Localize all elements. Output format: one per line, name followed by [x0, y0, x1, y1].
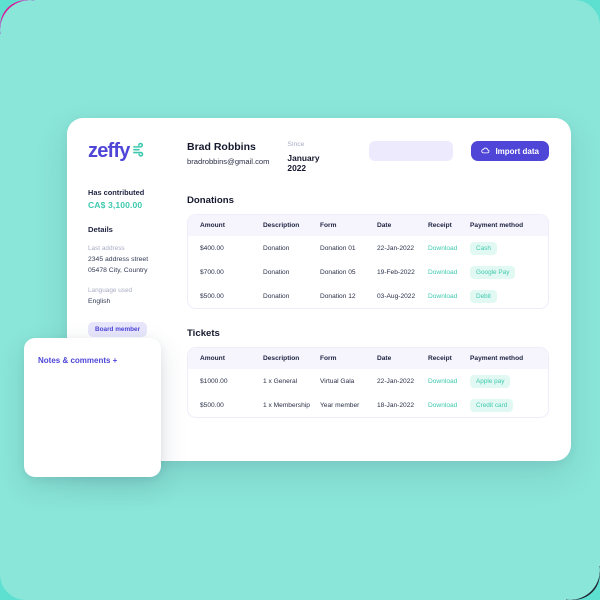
corner-gradient-bottom-right	[566, 566, 600, 600]
language-label: Language used	[88, 287, 133, 295]
cell-form: Year member	[320, 401, 360, 409]
tickets-table-header: Amount Description Form Date Receipt Pay…	[188, 348, 548, 369]
column-header-receipt: Receipt	[428, 355, 452, 362]
cell-description: Donation	[263, 268, 290, 276]
cell-date: 22-Jan-2022	[377, 377, 415, 385]
donations-title: Donations	[187, 195, 234, 206]
payment-method-badge: Debit	[470, 289, 497, 303]
cell-description: 1 x General	[263, 377, 298, 385]
download-receipt-link[interactable]: Download	[428, 378, 457, 385]
import-data-label: Import data	[495, 146, 539, 156]
app-canvas: zeffy Has contributed CA$ 3,100.00 Detai…	[0, 0, 600, 600]
table-row[interactable]: $500.00 Donation Donation 12 03-Aug-2022…	[188, 284, 548, 308]
notes-comments-title: Notes & comments +	[38, 356, 118, 365]
cell-amount: $400.00	[200, 244, 224, 252]
column-header-date: Date	[377, 222, 392, 229]
column-header-payment: Payment method	[470, 222, 524, 229]
cell-description: Donation	[263, 292, 290, 300]
table-row[interactable]: $700.00 Donation Donation 05 19-Feb-2022…	[188, 260, 548, 284]
column-header-amount: Amount	[200, 355, 225, 362]
cell-amount: $500.00	[200, 292, 224, 300]
search-input[interactable]	[369, 141, 454, 161]
tickets-table: Amount Description Form Date Receipt Pay…	[187, 347, 549, 418]
column-header-form: Form	[320, 355, 337, 362]
payment-method-badge: Google Pay	[470, 265, 516, 279]
donations-table-header: Amount Description Form Date Receipt Pay…	[188, 215, 548, 236]
donations-section: Donations Amount Description Form Date R…	[187, 195, 549, 309]
column-header-date: Date	[377, 355, 392, 362]
member-since: Since January 2022	[287, 141, 333, 173]
cell-date: 03-Aug-2022	[377, 292, 416, 300]
address-line-1: 2345 address street	[88, 256, 149, 263]
last-address-label: Last address	[88, 245, 125, 252]
download-receipt-link[interactable]: Download	[428, 269, 457, 276]
column-header-receipt: Receipt	[428, 222, 452, 229]
download-receipt-link[interactable]: Download	[428, 245, 457, 252]
zeffy-logo-wordmark: zeffy	[88, 140, 130, 162]
cell-description: Donation	[263, 244, 290, 252]
payment-method-badge: Apple pay	[470, 374, 511, 388]
donor-name: Brad Robbins	[187, 141, 256, 153]
donations-table: Amount Description Form Date Receipt Pay…	[187, 214, 549, 309]
contributed-amount: CA$ 3,100.00	[88, 200, 143, 210]
column-header-amount: Amount	[200, 222, 225, 229]
download-receipt-link[interactable]: Download	[428, 402, 457, 409]
donor-identity: Brad Robbins bradrobbins@gmail.com	[187, 141, 269, 166]
cell-amount: $500.00	[200, 401, 224, 409]
tickets-section: Tickets Amount Description Form Date Rec…	[187, 328, 549, 418]
donor-main-panel: Brad Robbins bradrobbins@gmail.com Since…	[187, 118, 571, 461]
cell-date: 19-Feb-2022	[377, 268, 415, 276]
cell-form: Virtual Gala	[320, 377, 355, 385]
details-heading: Details	[88, 225, 113, 234]
cell-form: Donation 12	[320, 292, 356, 300]
wind-lines-icon	[132, 142, 147, 162]
notes-comments-card[interactable]: Notes & comments +	[24, 338, 161, 477]
cell-date: 18-Jan-2022	[377, 401, 415, 409]
cell-form: Donation 01	[320, 244, 356, 252]
zeffy-logo[interactable]: zeffy	[88, 140, 187, 163]
column-header-description: Description	[263, 222, 300, 229]
since-value: January 2022	[287, 153, 320, 173]
tickets-title: Tickets	[187, 328, 220, 339]
cell-date: 22-Jan-2022	[377, 244, 415, 252]
donor-header: Brad Robbins bradrobbins@gmail.com Since…	[187, 141, 549, 173]
cell-description: 1 x Membership	[263, 401, 310, 409]
payment-method-badge: Credit card	[470, 398, 514, 412]
column-header-payment: Payment method	[470, 355, 524, 362]
cell-form: Donation 05	[320, 268, 356, 276]
table-row[interactable]: $400.00 Donation Donation 01 22-Jan-2022…	[188, 236, 548, 260]
table-row[interactable]: $500.00 1 x Membership Year member 18-Ja…	[188, 393, 548, 417]
corner-gradient-top-left	[0, 0, 34, 34]
payment-method-badge: Cash	[470, 241, 497, 255]
language-value: English	[88, 298, 111, 306]
cell-amount: $700.00	[200, 268, 224, 276]
download-receipt-link[interactable]: Download	[428, 293, 457, 300]
import-data-button[interactable]: Import data	[471, 141, 549, 161]
column-header-description: Description	[263, 355, 300, 362]
table-row[interactable]: $1000.00 1 x General Virtual Gala 22-Jan…	[188, 369, 548, 393]
cell-amount: $1000.00	[200, 377, 228, 385]
board-member-badge[interactable]: Board member	[88, 321, 148, 337]
since-label: Since	[287, 141, 305, 148]
cloud-upload-icon	[481, 146, 490, 157]
contributed-label: Has contributed	[88, 188, 145, 197]
address-line-2: 05478 City, Country	[88, 266, 148, 274]
column-header-form: Form	[320, 222, 337, 229]
donor-email: bradrobbins@gmail.com	[187, 157, 270, 166]
